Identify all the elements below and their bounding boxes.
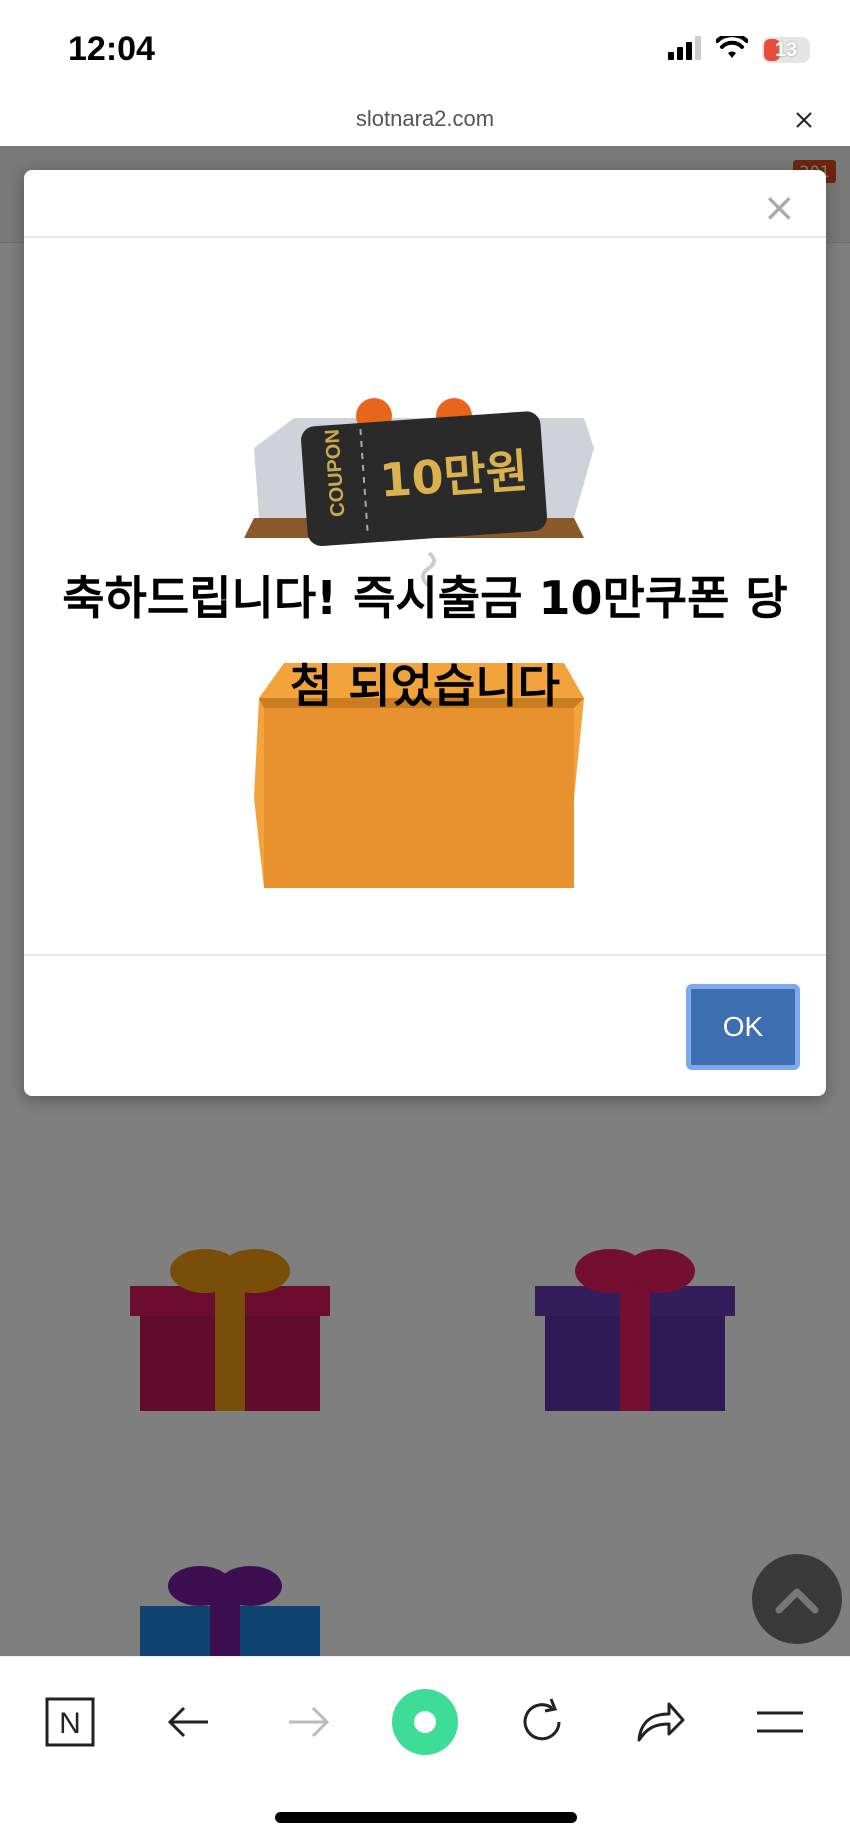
url-bar: slotnara2.com <box>0 100 850 146</box>
signal-icon <box>668 36 702 64</box>
back-arrow-icon[interactable] <box>154 1687 224 1757</box>
battery-charging-icon: 13 <box>762 37 810 63</box>
share-icon[interactable] <box>626 1687 696 1757</box>
close-icon[interactable] <box>794 104 814 137</box>
status-icons: 13 <box>668 33 810 64</box>
coupon-modal: × COUPON 10만원 축하드립니다! 즉시출금 10만쿠폰 당첨 되었습니… <box>24 170 826 1096</box>
coupon-amount: 10만원 <box>378 443 530 507</box>
scroll-top-button[interactable] <box>752 1554 842 1644</box>
chevron-up-icon <box>775 1588 819 1614</box>
modal-body: COUPON 10만원 축하드립니다! 즉시출금 10만쿠폰 당첨 되었습니다 <box>24 238 826 956</box>
home-indicator <box>275 1812 577 1823</box>
url-text[interactable]: slotnara2.com <box>0 106 850 132</box>
svg-text:N: N <box>59 1707 81 1740</box>
naver-icon[interactable]: N <box>35 1687 105 1757</box>
modal-header: × <box>24 170 826 238</box>
green-dot-icon[interactable] <box>390 1687 460 1757</box>
wifi-icon <box>715 33 749 64</box>
ok-button[interactable]: OK <box>686 984 800 1070</box>
status-time: 12:04 <box>68 30 155 68</box>
modal-footer: OK <box>24 956 826 1096</box>
refresh-icon[interactable] <box>507 1687 577 1757</box>
close-icon[interactable]: × <box>762 188 796 228</box>
modal-message: 축하드립니다! 즉시출금 10만쿠폰 당첨 되었습니다 <box>62 571 788 713</box>
battery-level: 13 <box>774 38 798 61</box>
menu-icon[interactable] <box>745 1687 815 1757</box>
status-bar: 12:04 13 <box>0 0 850 100</box>
forward-arrow-icon[interactable] <box>273 1687 343 1757</box>
